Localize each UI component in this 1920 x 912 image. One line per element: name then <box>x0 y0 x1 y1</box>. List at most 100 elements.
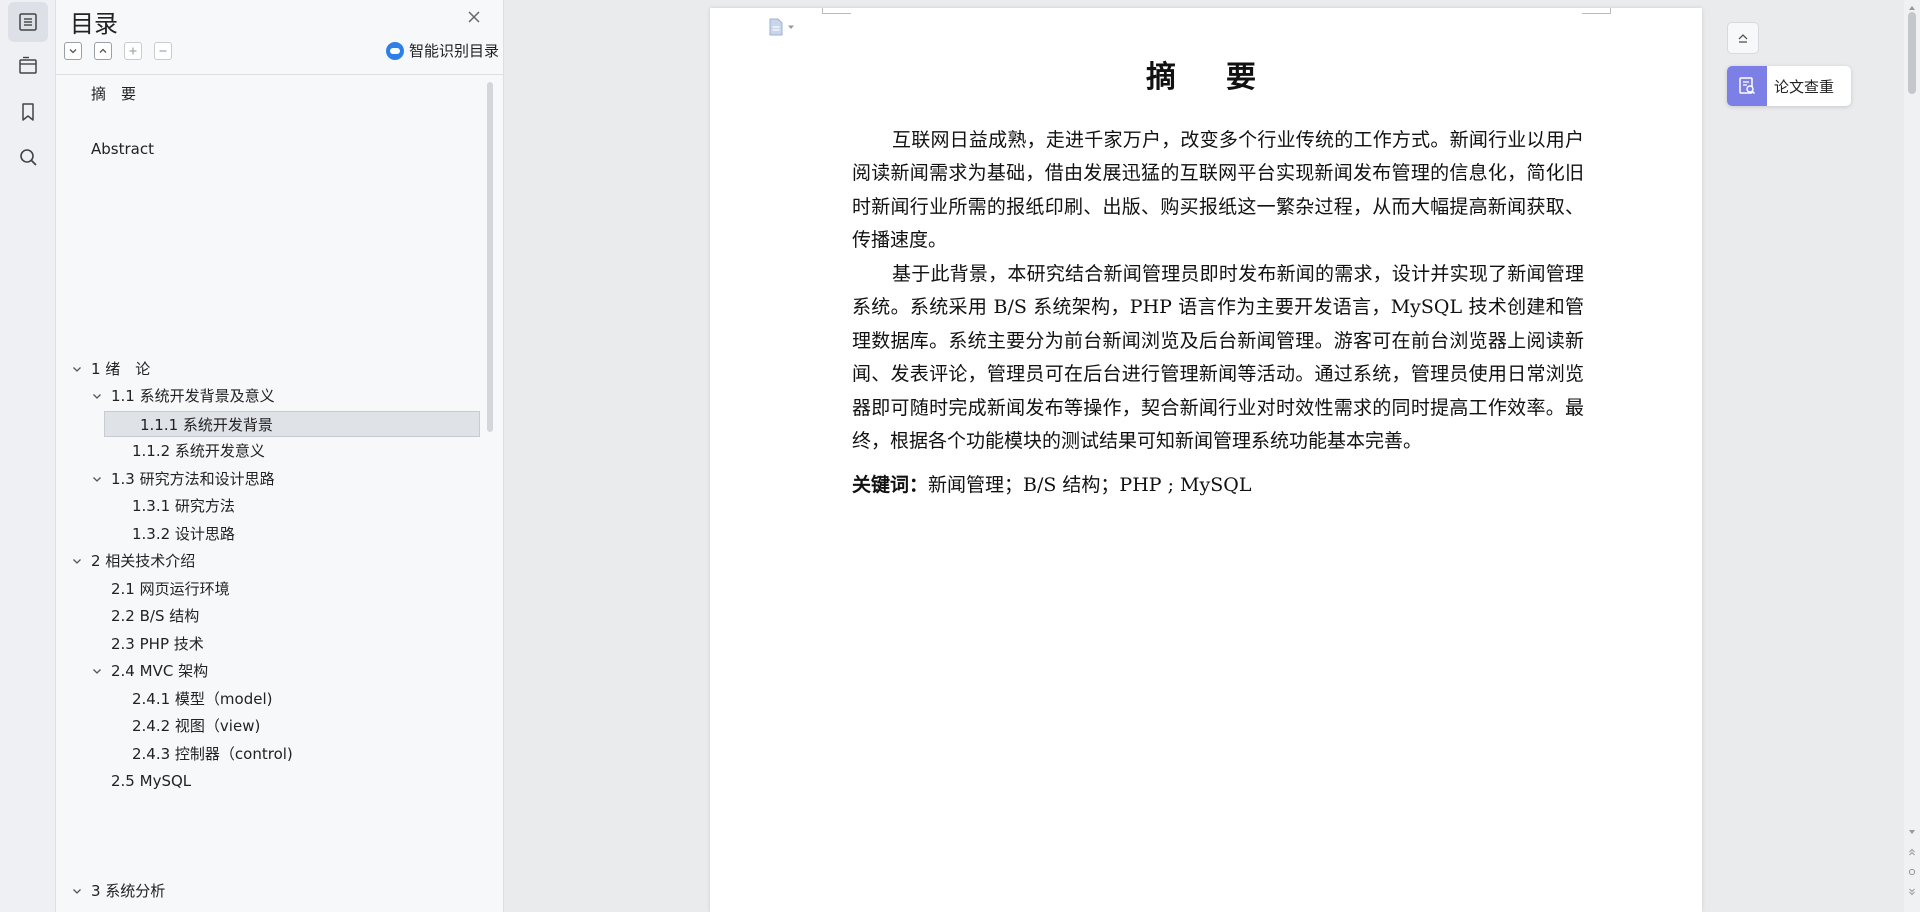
toc-panel: 目录 智能识别目录 摘 要 Abstract 1 绪 论 1.1 系统开发背景及意义 1… <box>56 0 504 912</box>
toc-item-label: 2.3 PHP 技术 <box>111 635 204 653</box>
toc-item-label: 2.2 B/S 结构 <box>111 607 200 625</box>
chevron-down-icon[interactable] <box>90 466 104 492</box>
toc-item[interactable]: 2.4.2 视图（view) <box>56 713 486 739</box>
expand-all-button[interactable] <box>64 42 82 60</box>
page-corner-mark <box>822 8 851 14</box>
previous-page-button[interactable] <box>1906 846 1918 858</box>
smart-toc-label: 智能识别目录 <box>408 42 499 60</box>
collapse-toolbar-button[interactable] <box>1727 22 1759 54</box>
toc-list-icon <box>19 13 37 31</box>
toc-item[interactable]: Abstract <box>56 136 486 162</box>
toc-item[interactable]: 3 系统分析 <box>56 878 486 904</box>
toc-item[interactable]: 2.4.3 控制器（control) <box>56 741 486 767</box>
toc-item-label: 2 相关技术介绍 <box>91 552 196 570</box>
toc-item-label: 2.4.3 控制器（control) <box>132 745 293 763</box>
plus-icon <box>129 47 137 55</box>
document-icon <box>769 18 783 36</box>
toc-title: 目录 <box>70 10 118 38</box>
smart-toc-button[interactable]: 智能识别目录 <box>385 40 499 61</box>
remove-heading-button[interactable] <box>154 42 172 60</box>
toc-item-label: 2.4 MVC 架构 <box>111 662 209 680</box>
collapse-all-button[interactable] <box>94 42 112 60</box>
close-icon <box>468 11 480 23</box>
circle-icon <box>1908 868 1916 876</box>
toc-item[interactable]: 1 绪 论 <box>56 356 486 382</box>
document-page: 摘 要 互联网日益成熟，走进千家万户，改变多个行业传统的工作方式。新闻行业以用户… <box>710 8 1702 912</box>
toc-item[interactable]: 1.1.2 系统开发意义 <box>56 438 486 464</box>
arrow-up-icon <box>1909 6 1915 10</box>
toc-item-label: 1.1 系统开发背景及意义 <box>111 387 275 405</box>
scrollbar-thumb[interactable] <box>1908 12 1916 94</box>
search-icon <box>20 149 37 166</box>
toc-item[interactable]: 2.2 B/S 结构 <box>56 603 486 629</box>
caret-down-icon <box>788 25 794 29</box>
left-toolbar <box>0 0 56 912</box>
eject-icon <box>1738 34 1748 43</box>
abstract-paragraph-2: 基于此背景，本研究结合新闻管理员即时发布新闻的需求，设计并实现了新闻管理系统。系… <box>852 263 1584 453</box>
abstract-paragraph-1: 互联网日益成熟，走进千家万户，改变多个行业传统的工作方式。新闻行业以用户阅读新闻… <box>852 129 1584 252</box>
toc-item-label: 2.4.2 视图（view) <box>132 717 261 735</box>
toc-toolbar <box>64 42 172 62</box>
keywords-line: 关键词：新闻管理；B/S 结构；PHP ; MySQL <box>852 470 1584 500</box>
smart-assistant-icon <box>385 41 404 60</box>
toc-item-label: 2.4.1 模型（model) <box>132 690 273 708</box>
toc-item[interactable]: 2.3 PHP 技术 <box>56 631 486 657</box>
chevron-down-icon[interactable] <box>90 383 104 409</box>
arrow-down-icon <box>1909 830 1915 834</box>
toc-item[interactable]: 2 相关技术介绍 <box>56 548 486 574</box>
toc-item[interactable]: 1.1.1 系统开发背景 <box>104 411 480 437</box>
chevron-down-icon[interactable] <box>90 658 104 684</box>
toc-item[interactable]: 2.4 MVC 架构 <box>56 658 486 684</box>
toc-item-label: 1 绪 论 <box>91 360 151 378</box>
plagiarism-check-label: 论文查重 <box>1774 77 1835 96</box>
select-page-button[interactable] <box>1906 866 1918 878</box>
toc-item-label: Abstract <box>91 140 154 158</box>
keywords-text: 新闻管理；B/S 结构；PHP ; MySQL <box>928 474 1252 496</box>
check-doc-icon <box>1727 66 1767 106</box>
toc-item[interactable]: 1.3.1 研究方法 <box>56 493 486 519</box>
scroll-down-button[interactable] <box>1906 826 1918 838</box>
navigation-button[interactable] <box>8 46 48 86</box>
chevron-down-icon[interactable] <box>70 548 84 574</box>
toc-item-label: 3 系统分析 <box>91 882 166 900</box>
chevron-down-icon[interactable] <box>70 356 84 382</box>
toc-item-label: 摘 要 <box>91 85 137 103</box>
toc-item-label: 1.3.2 设计思路 <box>132 525 235 543</box>
chevron-up-icon <box>99 48 107 53</box>
close-toc-button[interactable] <box>463 6 485 28</box>
toc-list: 摘 要 Abstract 1 绪 论 1.1 系统开发背景及意义 1.1.1 系统开发背… <box>56 75 503 912</box>
plagiarism-check-button[interactable]: 论文查重 <box>1727 66 1851 106</box>
toc-item[interactable]: 2.5 MySQL <box>56 768 486 794</box>
keywords-label: 关键词： <box>852 474 929 496</box>
folder-tree-icon <box>19 56 37 74</box>
vertical-scrollbar[interactable] <box>1904 0 1920 912</box>
page-corner-mark <box>1582 8 1611 14</box>
search-button[interactable] <box>8 137 48 177</box>
toc-item[interactable]: 1.1 系统开发背景及意义 <box>56 383 486 409</box>
minus-icon <box>159 50 167 52</box>
double-up-icon <box>1909 848 1915 856</box>
toc-scrollbar[interactable] <box>487 82 493 432</box>
double-down-icon <box>1909 888 1915 896</box>
toc-item-label: 2.1 网页运行环境 <box>111 580 230 598</box>
abstract-title: 摘 要 <box>1146 60 1266 95</box>
toc-toggle-button[interactable] <box>8 2 48 42</box>
toc-item[interactable]: 1.3 研究方法和设计思路 <box>56 466 486 492</box>
document-area: 摘 要 互联网日益成熟，走进千家万户，改变多个行业传统的工作方式。新闻行业以用户… <box>504 0 1904 912</box>
toc-item-label: 1.3 研究方法和设计思路 <box>111 470 275 488</box>
toc-item-label: 2.5 MySQL <box>111 772 192 790</box>
toc-item[interactable]: 2.1 网页运行环境 <box>56 576 486 602</box>
toc-item-label: 1.3.1 研究方法 <box>132 497 235 515</box>
bookmark-icon <box>22 103 34 121</box>
bookmark-button[interactable] <box>8 92 48 132</box>
toc-item[interactable]: 2.4.1 模型（model) <box>56 686 486 712</box>
chevron-down-icon <box>69 49 77 54</box>
toc-item-label: 1.1.2 系统开发意义 <box>132 442 265 460</box>
toc-item[interactable]: 1.3.2 设计思路 <box>56 521 486 547</box>
toc-item-label: 1.1.1 系统开发背景 <box>140 416 273 434</box>
toc-item[interactable]: 摘 要 <box>56 81 486 107</box>
chevron-down-icon[interactable] <box>70 878 84 904</box>
page-menu-button[interactable] <box>768 18 795 36</box>
next-page-button[interactable] <box>1906 886 1918 898</box>
add-heading-button[interactable] <box>124 42 142 60</box>
